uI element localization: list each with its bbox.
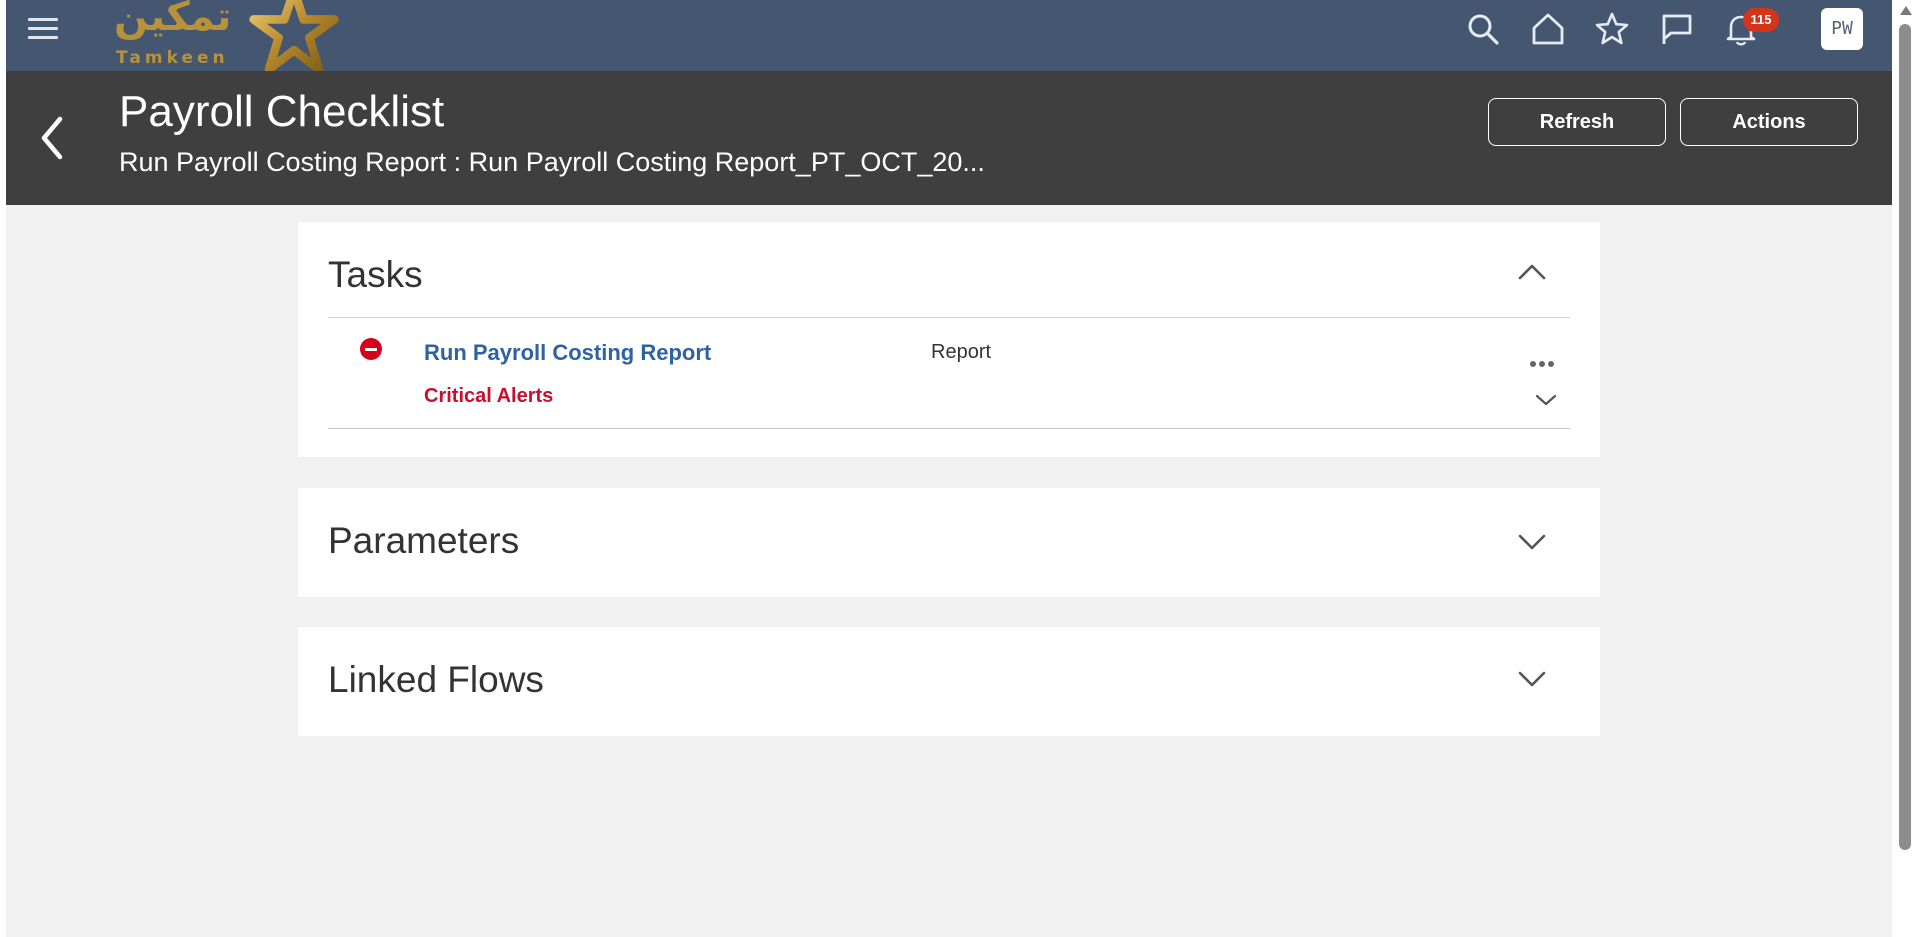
bell-icon[interactable]: 115 [1723, 8, 1779, 47]
parameters-section[interactable]: Parameters [298, 488, 1600, 597]
home-icon[interactable] [1530, 11, 1566, 47]
tasks-section-title: Tasks [328, 254, 423, 295]
task-row-divider [328, 428, 1570, 429]
search-icon[interactable] [1465, 11, 1501, 47]
tasks-section: Tasks Run Payroll Costing Report Report … [298, 222, 1600, 457]
task-status: Critical Alerts [424, 385, 554, 407]
expand-chevron-down-icon[interactable] [1517, 669, 1547, 689]
parameters-section-title: Parameters [328, 520, 520, 561]
more-options-icon[interactable] [1530, 354, 1560, 367]
expand-row-chevron-down-icon[interactable] [1534, 392, 1558, 408]
logo-star-icon [249, 0, 339, 74]
global-header: تمكين Tamkeen 115 PW [6, 0, 1892, 74]
page-subtitle: Run Payroll Costing Report : Run Payroll… [119, 147, 985, 177]
scrollbar-thumb[interactable] [1899, 24, 1911, 850]
page-title: Payroll Checklist [119, 87, 445, 136]
section-divider [328, 317, 1570, 318]
window-left-edge [0, 0, 6, 937]
notification-count-badge: 115 [1743, 8, 1779, 32]
collapse-chevron-up-icon[interactable] [1517, 262, 1547, 282]
linked-flows-section[interactable]: Linked Flows [298, 627, 1600, 736]
page-header: Payroll Checklist Run Payroll Costing Re… [6, 71, 1892, 205]
scroll-up-arrow-icon[interactable] [1900, 6, 1912, 15]
star-icon[interactable] [1594, 11, 1630, 47]
tamkeen-logo[interactable]: تمكين Tamkeen [106, 0, 346, 74]
logo-arabic-text: تمكين [114, 0, 232, 40]
back-icon[interactable] [32, 111, 72, 165]
expand-chevron-down-icon[interactable] [1517, 532, 1547, 552]
refresh-button[interactable]: Refresh [1488, 98, 1666, 146]
user-avatar[interactable]: PW [1821, 8, 1863, 50]
linked-flows-section-title: Linked Flows [328, 659, 544, 700]
task-type: Report [931, 341, 992, 363]
error-icon [360, 338, 382, 360]
logo-latin-text: Tamkeen [116, 48, 229, 68]
hamburger-icon[interactable] [26, 14, 60, 44]
flag-icon[interactable] [1659, 11, 1695, 47]
vertical-scrollbar[interactable] [1892, 0, 1918, 937]
actions-button[interactable]: Actions [1680, 98, 1858, 146]
task-name-link[interactable]: Run Payroll Costing Report [424, 340, 711, 366]
